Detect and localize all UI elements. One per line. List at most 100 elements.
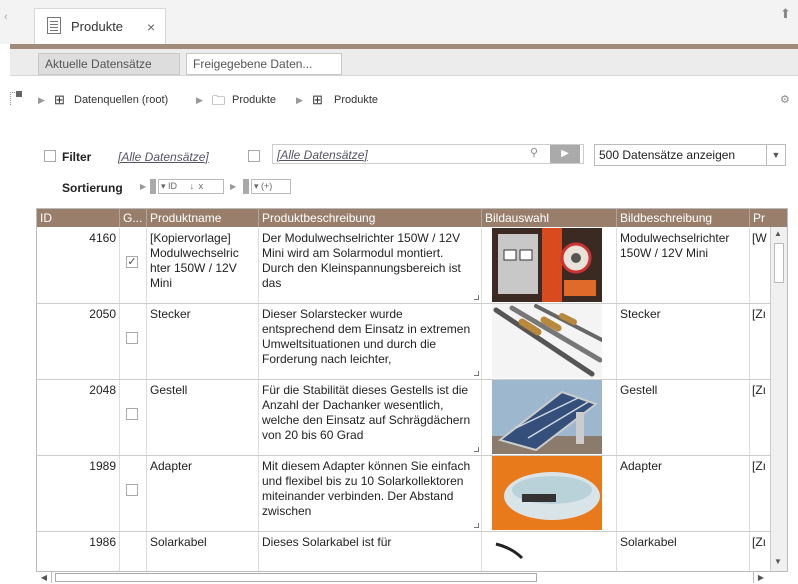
- subtab-aktuelle-datensaetze[interactable]: Aktuelle Datensätze: [38, 53, 180, 75]
- filter-input-value: [Alle Datensätze]: [277, 148, 368, 162]
- row-checkbox[interactable]: [126, 408, 138, 420]
- settings-icon[interactable]: ⚙: [780, 93, 790, 106]
- column-header-produktbeschreibung[interactable]: Produktbeschreibung: [259, 209, 482, 227]
- cell-bildauswahl[interactable]: [482, 532, 617, 571]
- cell-g: [120, 304, 147, 379]
- breadcrumb-folder[interactable]: Produkte: [232, 94, 276, 106]
- breadcrumb-separator-icon: ▶: [38, 95, 45, 105]
- breadcrumb-root[interactable]: Datenquellen (root): [74, 94, 168, 106]
- cell-produktbeschreibung: Der Modulwechselrichter 150W / 12V Mini …: [259, 228, 482, 303]
- filter-option-checkbox[interactable]: [248, 150, 260, 162]
- solar-panel-photo: [492, 380, 602, 454]
- cell-g: [120, 456, 147, 531]
- folder-icon: 🗀: [212, 93, 226, 108]
- cell-g: [120, 380, 147, 455]
- close-icon[interactable]: ×: [147, 19, 155, 35]
- tab-scroll-left-icon[interactable]: ‹: [4, 11, 8, 23]
- horizontal-scrollbar[interactable]: ◀ ▶: [37, 572, 787, 583]
- table-row[interactable]: 2050 Stecker Dieser Solarstecker wurde e…: [37, 304, 771, 380]
- row-checkbox-checked[interactable]: ✓: [126, 256, 138, 268]
- sort-direction[interactable]: ↓: [190, 181, 195, 191]
- table-icon: ⊞: [312, 92, 323, 107]
- cell-id: 2050: [37, 304, 120, 379]
- sort-add-chevron-icon: ▾: [254, 181, 259, 191]
- cell-id: 4160: [37, 228, 120, 303]
- pin-icon[interactable]: ⬆: [780, 6, 791, 22]
- tab-produkte[interactable]: Produkte ×: [34, 8, 166, 44]
- row-checkbox[interactable]: [126, 332, 138, 344]
- cell-bildauswahl[interactable]: [482, 228, 617, 303]
- cell-produktname: Gestell: [147, 380, 259, 455]
- cell-produktname: [Kopiervorlage] Modulwechselric hter 150…: [147, 228, 259, 303]
- cell-bildauswahl[interactable]: [482, 304, 617, 379]
- row-checkbox[interactable]: [126, 484, 138, 496]
- cell-bildauswahl[interactable]: [482, 380, 617, 455]
- scroll-right-icon[interactable]: ▶: [753, 572, 768, 583]
- table-row[interactable]: 1989 Adapter Mit diesem Adapter können S…: [37, 456, 771, 532]
- breadcrumb-table[interactable]: Produkte: [334, 94, 378, 106]
- chevron-down-icon[interactable]: ▼: [766, 145, 785, 165]
- table-row[interactable]: 2048 Gestell Für die Stabilität dieses G…: [37, 380, 771, 456]
- cell-produktname: Solarkabel: [147, 532, 259, 571]
- sort-handle-icon[interactable]: [150, 179, 156, 194]
- column-header-bildbeschreibung[interactable]: Bildbeschreibung: [617, 209, 750, 227]
- sort-field: ID: [168, 181, 178, 191]
- cell-produktbeschreibung: Dieser Solarstecker wurde entsprechend d…: [259, 304, 482, 379]
- data-grid: ID G... Produktname Produktbeschreibung …: [36, 208, 788, 572]
- filter-all-link[interactable]: [Alle Datensätze]: [118, 150, 209, 164]
- cell-produktbeschreibung-text: Mit diesem Adapter können Sie einfach un…: [262, 459, 471, 518]
- cell-produktbeschreibung: Dieses Solarkabel ist für: [259, 532, 482, 571]
- cell-produktbeschreibung-text: Für die Stabilität dieses Gestells ist d…: [262, 383, 471, 442]
- resize-handle-icon[interactable]: [474, 371, 479, 376]
- cell-bildauswahl[interactable]: [482, 456, 617, 531]
- cell-bildbeschreibung: Stecker: [617, 304, 750, 379]
- cell-pr: [Zı: [752, 535, 766, 549]
- subtab-bar: Aktuelle Datensätze Freigegebene Daten..…: [10, 49, 798, 76]
- column-header-produktname[interactable]: Produktname: [147, 209, 259, 227]
- cell-bildbeschreibung: Gestell: [617, 380, 750, 455]
- filter-apply-button[interactable]: ▶: [550, 145, 580, 163]
- grid-header: ID G... Produktname Produktbeschreibung …: [37, 209, 787, 227]
- resize-handle-icon[interactable]: [474, 447, 479, 452]
- sort-add-box[interactable]: ▾ (+): [251, 179, 291, 194]
- tab-label: Produkte: [71, 19, 124, 34]
- table-icon: ⊞: [54, 92, 65, 107]
- cell-produktname: Adapter: [147, 456, 259, 531]
- sort-field-chevron-icon: ▾: [161, 181, 166, 191]
- filter-checkbox[interactable]: [44, 150, 56, 162]
- cell-pr: [Zı: [752, 383, 766, 397]
- cell-produktname: Stecker: [147, 304, 259, 379]
- search-icon[interactable]: ⚲: [530, 146, 538, 159]
- column-header-g[interactable]: G...: [120, 209, 147, 227]
- sort-field-box[interactable]: ▾ ID ↓ x: [158, 179, 224, 194]
- tree-node-icon: [16, 91, 22, 97]
- inverter-photo: [492, 228, 602, 302]
- subtab-freigegebene-daten[interactable]: Freigegebene Daten...: [186, 53, 342, 75]
- vertical-scroll-thumb[interactable]: [774, 243, 784, 283]
- cell-id: 1986: [37, 532, 120, 571]
- sort-handle-icon[interactable]: [243, 179, 249, 194]
- column-header-id[interactable]: ID: [37, 209, 120, 227]
- breadcrumb-separator-icon: ▶: [296, 95, 303, 105]
- scroll-left-icon[interactable]: ◀: [37, 572, 52, 583]
- cell-bildbeschreibung: Modulwechselrichter 150W / 12V Mini: [617, 228, 750, 303]
- column-header-pr[interactable]: Pr: [750, 209, 787, 227]
- resize-handle-icon[interactable]: [474, 523, 479, 528]
- sort-remove[interactable]: x: [199, 181, 204, 191]
- cell-pr: [Zı: [752, 307, 766, 321]
- records-count-select[interactable]: 500 Datensätze anzeigen ▼: [594, 144, 786, 166]
- resize-handle-icon[interactable]: [474, 295, 479, 300]
- horizontal-scroll-thumb[interactable]: [55, 573, 537, 582]
- filter-label: Filter: [62, 150, 92, 164]
- vertical-scrollbar[interactable]: ▲ ▼: [770, 227, 787, 571]
- cell-produktbeschreibung-text: Der Modulwechselrichter 150W / 12V Mini …: [262, 231, 461, 290]
- table-row[interactable]: 1986 Solarkabel Dieses Solarkabel ist fü…: [37, 532, 771, 571]
- scroll-down-icon[interactable]: ▼: [774, 557, 782, 566]
- records-count-value: 500 Datensätze anzeigen: [599, 148, 736, 162]
- table-row[interactable]: 4160 ✓ [Kopiervorlage] Modulwechselric h…: [37, 228, 771, 304]
- cell-g: [120, 532, 147, 571]
- cell-bildbeschreibung: Solarkabel: [617, 532, 750, 571]
- table-document-icon: [47, 17, 61, 34]
- scroll-up-icon[interactable]: ▲: [774, 229, 782, 238]
- column-header-bildauswahl[interactable]: Bildauswahl: [482, 209, 617, 227]
